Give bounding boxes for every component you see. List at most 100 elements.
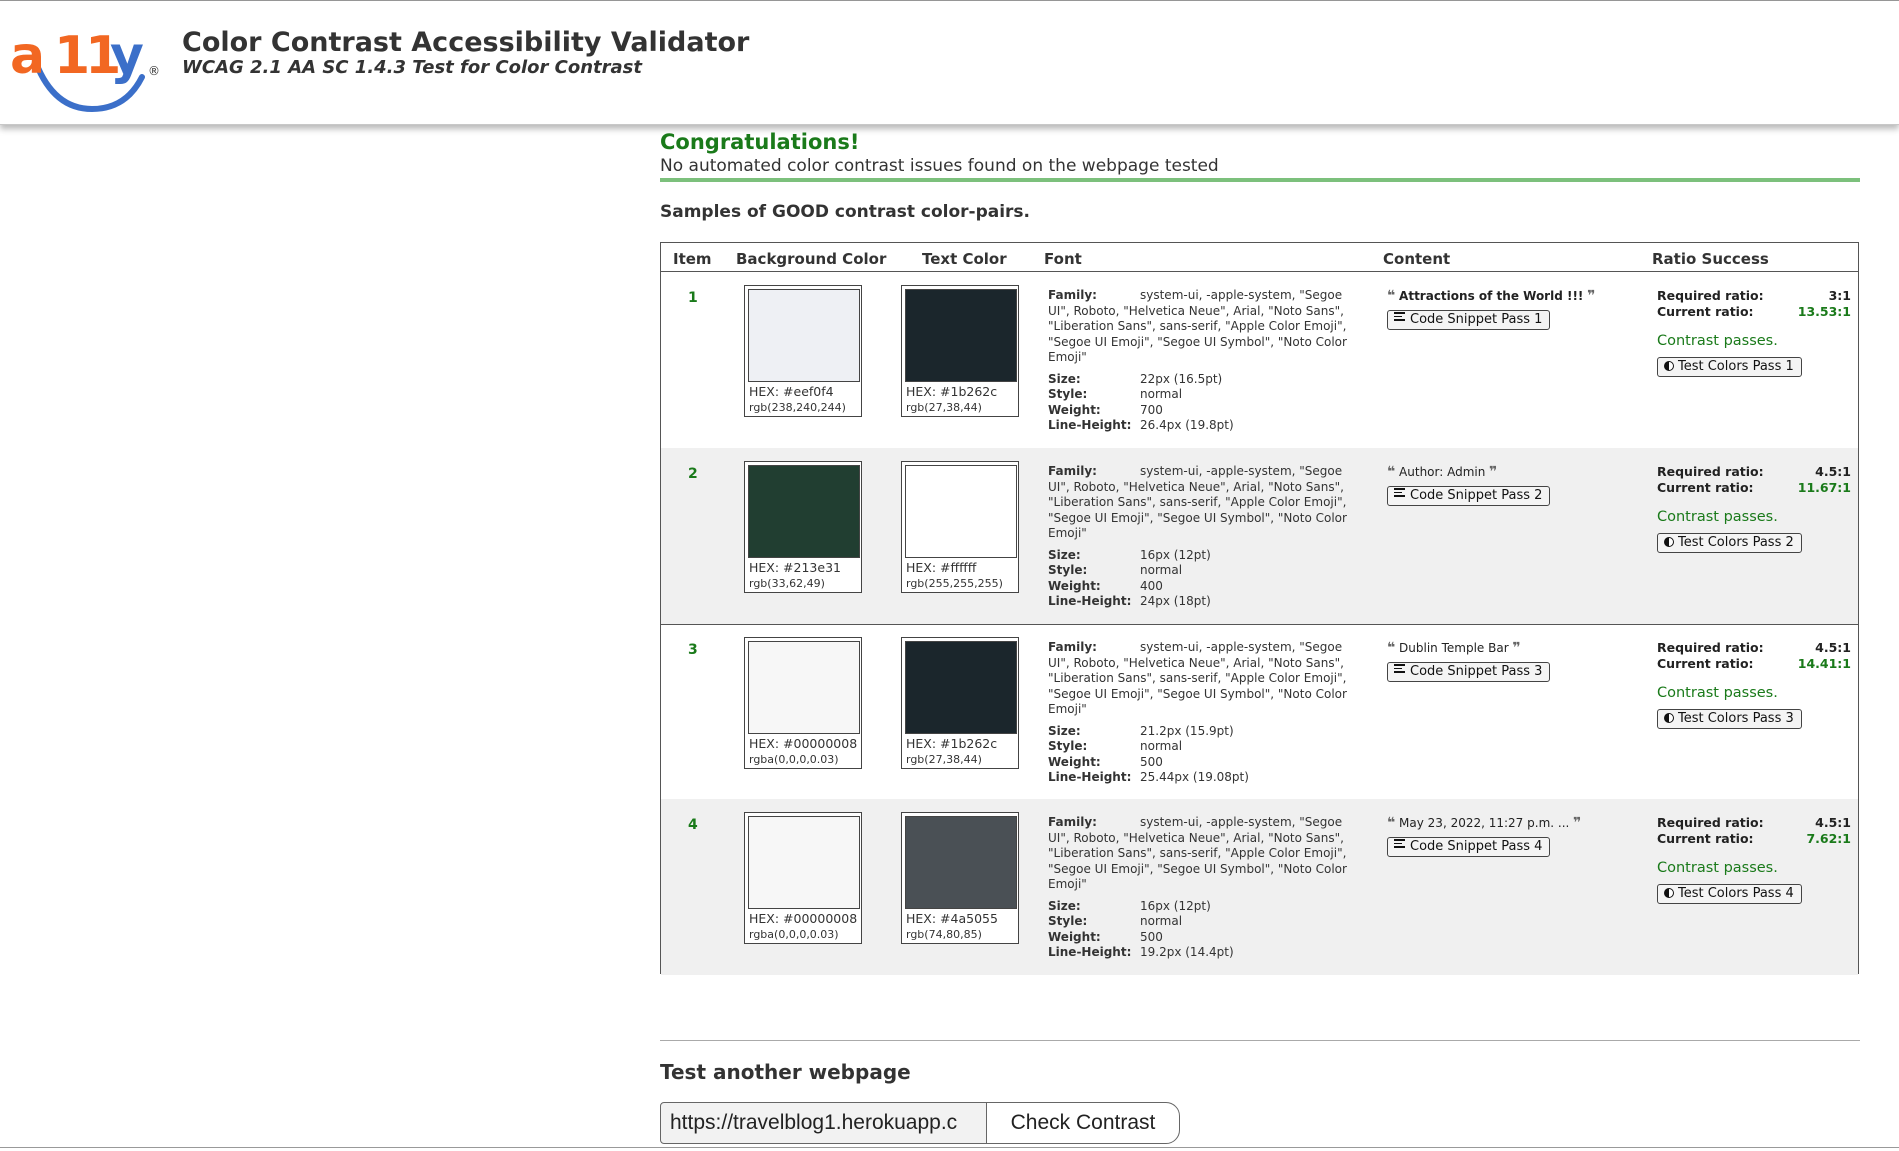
item-number: 3: [688, 642, 698, 658]
family-label: Family:: [1048, 815, 1097, 829]
code-snippet-label: Code Snippet Pass 1: [1410, 312, 1543, 327]
current-ratio-label: Current ratio:: [1657, 830, 1754, 846]
current-ratio-label: Current ratio:: [1657, 655, 1754, 671]
ratio-cell: Required ratio: 4.5:1 Current ratio: 11.67:…: [1657, 464, 1851, 553]
close-quote-icon: ❞: [1489, 464, 1498, 480]
font-style-value: normal: [1140, 739, 1183, 753]
font-size-value: 16px (12pt): [1140, 898, 1211, 913]
line-height-label: Line-Height:: [1048, 418, 1132, 432]
required-ratio-value: 3:1: [1828, 288, 1851, 303]
font-size-value: 22px (16.5pt): [1140, 371, 1223, 386]
code-snippet-button[interactable]: Code Snippet Pass 4: [1387, 837, 1551, 857]
contrast-icon: [1664, 713, 1674, 723]
required-ratio-label: Required ratio:: [1657, 815, 1764, 830]
contrast-icon: [1664, 888, 1674, 898]
weight-label: Weight:: [1048, 578, 1101, 593]
align-left-icon: [1394, 312, 1405, 323]
column-header-background: Background Color: [736, 250, 887, 268]
column-header-text-color: Text Color: [922, 250, 1007, 268]
style-label: Style:: [1048, 387, 1088, 401]
item-number: 4: [688, 817, 698, 833]
samples-heading: Samples of GOOD contrast color-pairs.: [660, 202, 1031, 222]
code-snippet-button[interactable]: Code Snippet Pass 3: [1387, 662, 1551, 682]
text-color-sample: HEX: #4a5055 rgb(74,80,85): [901, 812, 1019, 944]
content-text: Dublin Temple Bar: [1399, 641, 1509, 655]
test-colors-label: Test Colors Pass 2: [1678, 535, 1794, 550]
font-weight-value: 400: [1140, 578, 1163, 593]
text-rgb: rgb(27,38,44): [906, 401, 982, 414]
text-hex: HEX: #1b262c: [906, 736, 998, 751]
svg-text:y: y: [110, 26, 144, 86]
font-info: Family: system-ui, -apple-system, "Segoe …: [1048, 640, 1358, 786]
close-quote-icon: ❞: [1573, 815, 1582, 831]
required-ratio-label: Required ratio:: [1657, 640, 1764, 655]
text-color-sample: HEX: #1b262c rgb(27,38,44): [901, 637, 1019, 769]
content-sample: ❝ Dublin Temple Bar ❞: [1387, 640, 1637, 656]
open-quote-icon: ❝: [1387, 815, 1396, 831]
font-weight-value: 500: [1140, 929, 1163, 944]
align-left-icon: [1394, 664, 1405, 675]
a11y-logo[interactable]: a 11 y ®: [10, 17, 160, 115]
font-size-value: 16px (12pt): [1140, 547, 1211, 562]
code-snippet-label: Code Snippet Pass 4: [1410, 839, 1543, 854]
current-ratio-label: Current ratio:: [1657, 303, 1754, 319]
svg-text:®: ®: [148, 64, 160, 78]
item-number: 1: [688, 290, 698, 306]
content-sample: ❝ Attractions of the World !!! ❞: [1387, 288, 1637, 304]
open-quote-icon: ❝: [1387, 640, 1396, 656]
test-colors-label: Test Colors Pass 4: [1678, 886, 1794, 901]
code-snippet-button[interactable]: Code Snippet Pass 2: [1387, 486, 1551, 506]
style-label: Style:: [1048, 739, 1088, 753]
line-height-value: 26.4px (19.8pt): [1140, 418, 1234, 432]
test-colors-button[interactable]: Test Colors Pass 3: [1657, 709, 1802, 729]
text-swatch: [905, 465, 1017, 558]
current-ratio-value: 7.62:1: [1806, 830, 1851, 846]
family-label: Family:: [1048, 288, 1097, 302]
code-snippet-label: Code Snippet Pass 3: [1410, 664, 1543, 679]
line-height-value: 19.2px (14.4pt): [1140, 945, 1234, 959]
result-message: No automated color contrast issues found…: [660, 156, 1219, 176]
background-hex: HEX: #213e31: [749, 560, 841, 575]
results-table: Item Background Color Text Color Font Co…: [660, 242, 1859, 975]
code-snippet-label: Code Snippet Pass 2: [1410, 488, 1543, 503]
background-rgb: rgba(0,0,0,0.03): [749, 753, 839, 766]
result-heading: Congratulations!: [660, 130, 860, 154]
content-text: Attractions of the World !!!: [1399, 289, 1584, 303]
current-ratio-value: 11.67:1: [1797, 479, 1851, 495]
url-input[interactable]: [660, 1102, 988, 1144]
background-rgb: rgb(238,240,244): [749, 401, 846, 414]
content-cell: ❝ Author: Admin ❞ Code Snippet Pass 2: [1387, 464, 1637, 506]
required-ratio-value: 4.5:1: [1815, 464, 1851, 479]
style-label: Style:: [1048, 563, 1088, 577]
line-height-label: Line-Height:: [1048, 594, 1132, 608]
background-swatch: [748, 465, 860, 558]
contrast-passes-text: Contrast passes.: [1657, 685, 1778, 701]
close-quote-icon: ❞: [1512, 640, 1521, 656]
test-colors-button[interactable]: Test Colors Pass 2: [1657, 533, 1802, 553]
test-colors-button[interactable]: Test Colors Pass 4: [1657, 884, 1802, 904]
ratio-cell: Required ratio: 4.5:1 Current ratio: 14.41:…: [1657, 640, 1851, 729]
content-cell: ❝ May 23, 2022, 11:27 p.m. ... ❞ Code Sni…: [1387, 815, 1637, 857]
required-ratio-value: 4.5:1: [1815, 640, 1851, 655]
open-quote-icon: ❝: [1387, 288, 1396, 304]
style-label: Style:: [1048, 914, 1088, 928]
content-sample: ❝ Author: Admin ❞: [1387, 464, 1637, 480]
bottom-border: [0, 1147, 1899, 1148]
code-snippet-button[interactable]: Code Snippet Pass 1: [1387, 310, 1551, 330]
text-hex: HEX: #4a5055: [906, 911, 998, 926]
required-ratio-label: Required ratio:: [1657, 288, 1764, 303]
test-colors-button[interactable]: Test Colors Pass 1: [1657, 357, 1802, 377]
table-row: 3 HEX: #00000008 rgba(0,0,0,0.03) HEX: #1b2…: [661, 624, 1858, 801]
background-hex: HEX: #00000008: [749, 736, 858, 751]
svg-text:11: 11: [54, 26, 118, 86]
font-info: Family: system-ui, -apple-system, "Segoe …: [1048, 464, 1358, 610]
contrast-passes-text: Contrast passes.: [1657, 509, 1778, 525]
content-sample: ❝ May 23, 2022, 11:27 p.m. ... ❞: [1387, 815, 1637, 831]
check-contrast-button[interactable]: Check Contrast: [986, 1102, 1180, 1144]
contrast-icon: [1664, 361, 1674, 371]
app-subtitle: WCAG 2.1 AA SC 1.4.3 Test for Color Cont…: [182, 57, 642, 78]
contrast-passes-text: Contrast passes.: [1657, 860, 1778, 876]
table-row: 2 HEX: #213e31 rgb(33,62,49) HEX: #ffffff rg…: [661, 448, 1858, 625]
size-label: Size:: [1048, 547, 1081, 562]
background-swatch: [748, 289, 860, 382]
